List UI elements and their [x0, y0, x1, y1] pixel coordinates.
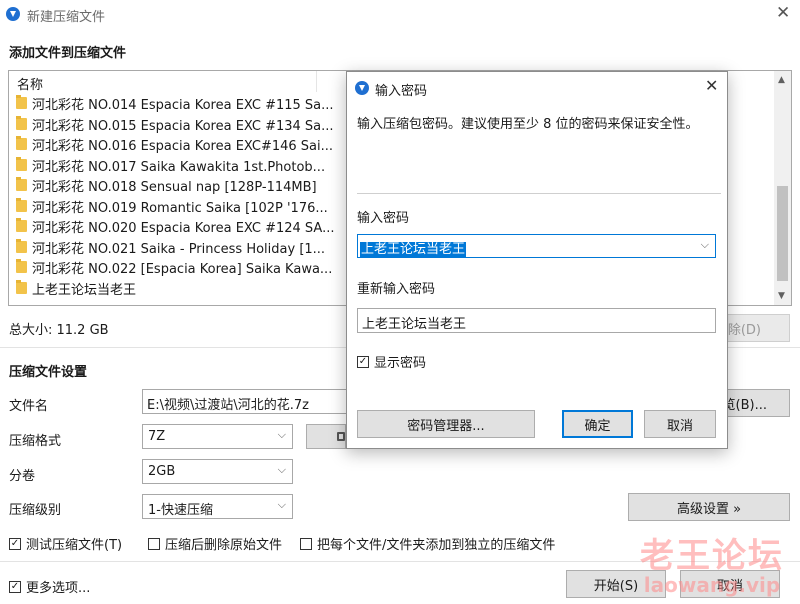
chevron-down-icon: ⌵ [277, 463, 286, 476]
test-archive-label: 测试压缩文件(T) [26, 538, 123, 553]
folder-icon [16, 177, 27, 191]
reenter-password-field[interactable]: 上老王论坛当老王 [357, 308, 716, 333]
password-dialog: 输入密码 ✕ 输入压缩包密码。建议使用至少 8 位的密码来保证安全性。 输入密码… [346, 71, 728, 449]
folder-icon [16, 259, 27, 273]
split-value: 2GB [148, 464, 176, 479]
list-item-label: 河北彩花 NO.016 Espacia Korea EXC#146 Sai... [32, 139, 334, 154]
more-options-checkbox[interactable]: ✓ 更多选项... [9, 577, 90, 596]
dialog-title: 输入密码 [375, 84, 428, 99]
watermark: 老王论坛 laowang.vip [640, 528, 784, 597]
watermark-cn: 老王论坛 [640, 536, 784, 576]
checkbox-unchecked[interactable] [148, 537, 160, 550]
add-files-heading: 添加文件到压缩文件 [9, 46, 127, 61]
list-item-label: 河北彩花 NO.019 Romantic Saika [102P '176... [32, 200, 328, 216]
list-item-label: 河北彩花 NO.015 Espacia Korea EXC #134 Sa... [32, 118, 334, 134]
scroll-down-icon[interactable]: ▼ [778, 291, 785, 301]
dialog-cancel-button[interactable]: 取消 [644, 410, 716, 438]
separate-archives-checkbox[interactable]: 把每个文件/文件夹添加到独立的压缩文件 [300, 534, 555, 553]
lock-icon [337, 432, 345, 441]
show-password-checkbox[interactable]: ✓ 显示密码 [357, 352, 426, 371]
delete-button-label: 除(D) [727, 322, 761, 338]
level-label: 压缩级别 [9, 503, 62, 518]
level-select[interactable]: 1-快速压缩 ⌵ [142, 494, 293, 519]
browse-button-label: 览(B)... [722, 397, 767, 413]
window-close-icon[interactable]: ✕ [776, 3, 790, 23]
ok-button[interactable]: 确定 [562, 410, 633, 438]
more-options-label: 更多选项... [26, 581, 91, 596]
dialog-description: 输入压缩包密码。建议使用至少 8 位的密码来保证安全性。 [357, 117, 699, 132]
folder-icon [16, 115, 27, 130]
chevron-down-icon: ⌵ [277, 498, 286, 511]
list-item-label: 上老王论坛当老王 [32, 282, 137, 298]
list-item-label: 河北彩花 NO.022 [Espacia Korea] Saika Kawa..… [32, 262, 333, 277]
total-size-label: 总大小: 11.2 GB [9, 323, 109, 338]
format-value: 7Z [148, 429, 166, 444]
separate-archives-label: 把每个文件/文件夹添加到独立的压缩文件 [317, 538, 556, 553]
settings-heading: 压缩文件设置 [9, 365, 88, 380]
folder-icon [16, 156, 27, 171]
dialog-app-icon [355, 81, 369, 95]
checkbox-checked[interactable]: ✓ [357, 355, 369, 368]
format-label: 压缩格式 [9, 434, 62, 449]
list-item-label: 河北彩花 NO.017 Saika Kawakita 1st.Photob... [32, 159, 326, 175]
scroll-up-icon[interactable]: ▲ [778, 75, 785, 85]
advanced-button[interactable]: 高级设置 » [628, 493, 790, 521]
level-value: 1-快速压缩 [148, 503, 213, 518]
folder-icon [16, 218, 27, 232]
list-item-label: 河北彩花 NO.021 Saika - Princess Holiday [1.… [32, 241, 326, 257]
checkbox-checked[interactable]: ✓ [9, 537, 21, 550]
dialog-cancel-label: 取消 [666, 418, 693, 434]
watermark-en: laowang.vip [643, 573, 781, 597]
start-button-label: 开始(S) [593, 578, 639, 594]
filename-label: 文件名 [9, 399, 49, 414]
list-item-label: 河北彩花 NO.018 Sensual nap [128P-114MB] [32, 180, 317, 195]
checkbox-unchecked[interactable] [300, 537, 312, 550]
dialog-divider [357, 193, 721, 194]
dialog-close-icon[interactable]: ✕ [705, 76, 718, 95]
password-manager-label: 密码管理器... [407, 418, 485, 434]
list-item-label: 河北彩花 NO.014 Espacia Korea EXC #115 Sa... [32, 98, 334, 113]
delete-after-label: 压缩后删除原始文件 [165, 538, 283, 553]
folder-icon [16, 197, 27, 212]
password-label: 输入密码 [357, 211, 410, 226]
folder-icon [16, 238, 27, 253]
reenter-label: 重新输入密码 [357, 282, 436, 297]
app-icon [6, 7, 20, 21]
split-label: 分卷 [9, 469, 36, 484]
title-bar: 新建压缩文件 ✕ [0, 0, 800, 30]
checkbox-checked[interactable]: ✓ [9, 580, 21, 593]
vertical-scrollbar[interactable]: ▲ ▼ [774, 71, 791, 305]
delete-after-checkbox[interactable]: 压缩后删除原始文件 [148, 534, 282, 553]
ok-button-label: 确定 [584, 418, 611, 434]
scrollbar-thumb[interactable] [777, 186, 788, 281]
password-value: 上老王论坛当老王 [360, 242, 467, 257]
folder-icon [16, 95, 27, 109]
format-select[interactable]: 7Z ⌵ [142, 424, 293, 449]
advanced-button-label: 高级设置 » [676, 501, 742, 517]
show-password-label: 显示密码 [374, 356, 427, 371]
password-field[interactable]: 上老王论坛当老王 ⌵ [357, 234, 716, 258]
list-item-label: 河北彩花 NO.020 Espacia Korea EXC #124 SA... [32, 221, 335, 236]
password-manager-button[interactable]: 密码管理器... [357, 410, 535, 438]
folder-icon [16, 279, 27, 294]
filename-field[interactable]: E:\视频\过渡站\河北的花.7z [142, 389, 362, 414]
folder-icon [16, 136, 27, 150]
split-select[interactable]: 2GB ⌵ [142, 459, 293, 484]
column-header-name[interactable]: 名称 [9, 71, 317, 93]
lock-button[interactable] [306, 424, 346, 449]
column-header-label: 名称 [17, 78, 44, 93]
chevron-down-icon: ⌵ [700, 238, 709, 251]
test-archive-checkbox[interactable]: ✓ 测试压缩文件(T) [9, 534, 122, 553]
chevron-down-icon: ⌵ [277, 428, 286, 441]
window-title: 新建压缩文件 [27, 10, 106, 25]
